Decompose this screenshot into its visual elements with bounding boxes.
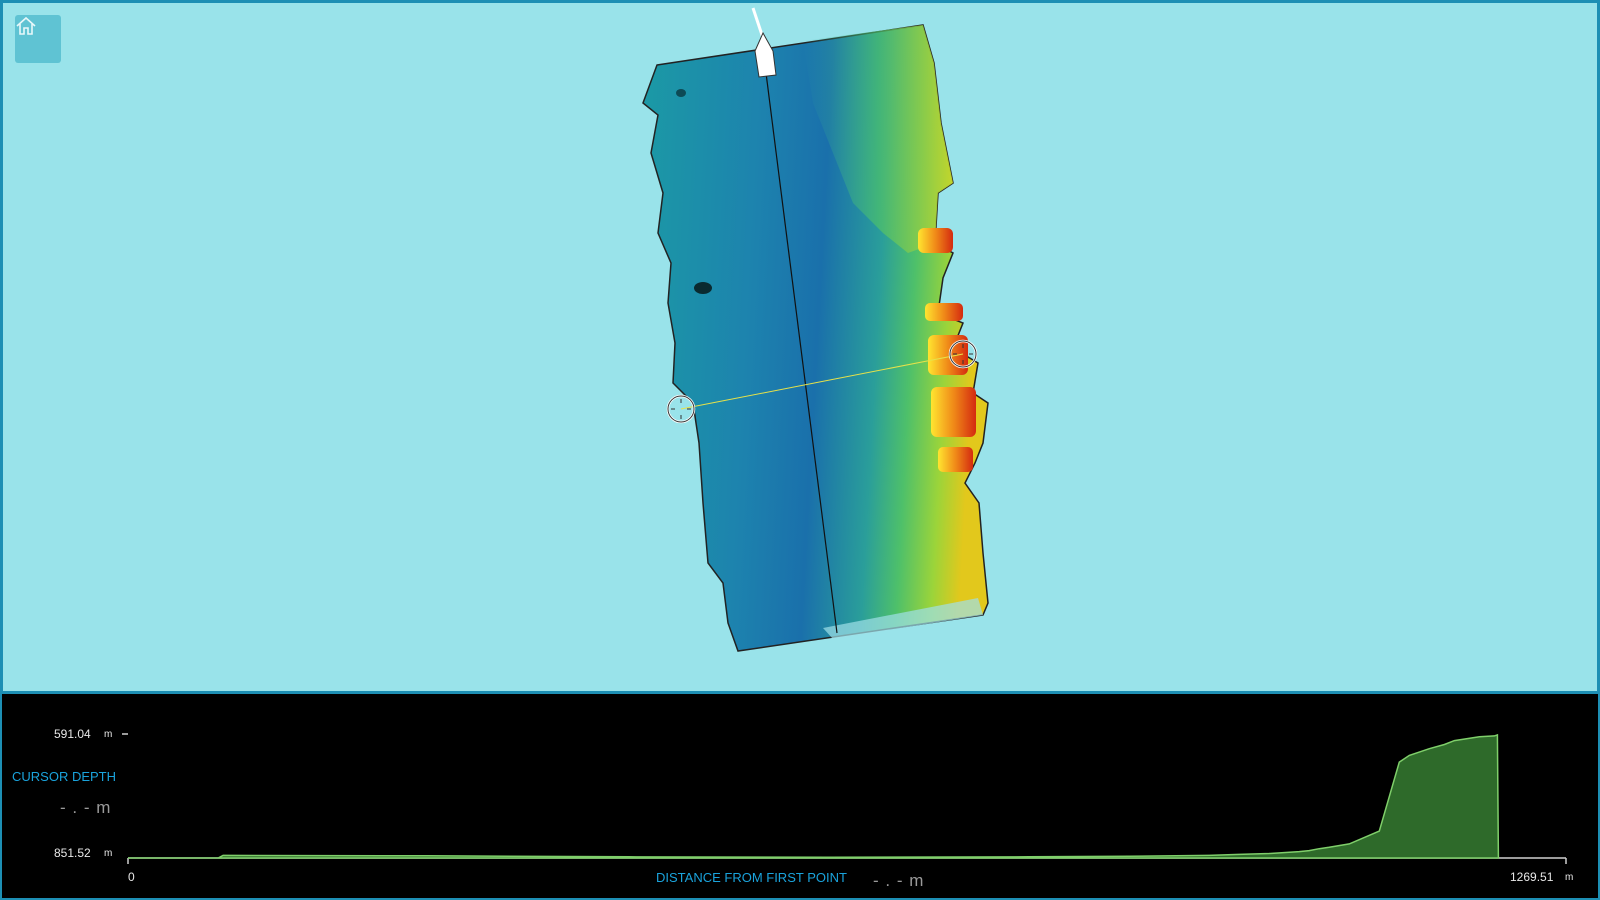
bathymetry-swath	[642, 24, 989, 652]
x-end-unit: m	[1565, 872, 1574, 883]
x-axis-label: DISTANCE FROM FIRST POINT	[656, 870, 847, 885]
tow-cable	[751, 7, 765, 39]
map-view[interactable]	[0, 0, 1600, 694]
seabed-feature	[676, 89, 686, 97]
shallow-area	[918, 228, 953, 253]
survey-map[interactable]	[3, 3, 1600, 694]
home-button[interactable]	[15, 15, 61, 63]
y-top-unit: m	[104, 729, 113, 740]
shallow-area	[925, 303, 963, 321]
x-start-value: 0	[128, 870, 135, 884]
home-icon	[16, 16, 36, 35]
x-cursor-value: - . - m	[873, 871, 925, 890]
cursor-depth-label: CURSOR DEPTH	[12, 769, 117, 784]
y-bottom-unit: m	[104, 848, 113, 859]
seabed-feature	[694, 282, 712, 294]
shallow-area	[938, 447, 973, 472]
x-end-value: 1269.51	[1510, 870, 1554, 884]
profile-area	[128, 733, 1500, 859]
y-bottom-value: 851.52	[54, 846, 91, 860]
shallow-area	[931, 387, 976, 437]
vessel-icon[interactable]	[754, 31, 777, 78]
cursor-depth-value: - . - m	[60, 798, 112, 817]
y-top-value: 591.04	[54, 727, 91, 741]
depth-profile-panel: 591.04 m CURSOR DEPTH - . - m 851.52 m 0…	[0, 694, 1600, 900]
